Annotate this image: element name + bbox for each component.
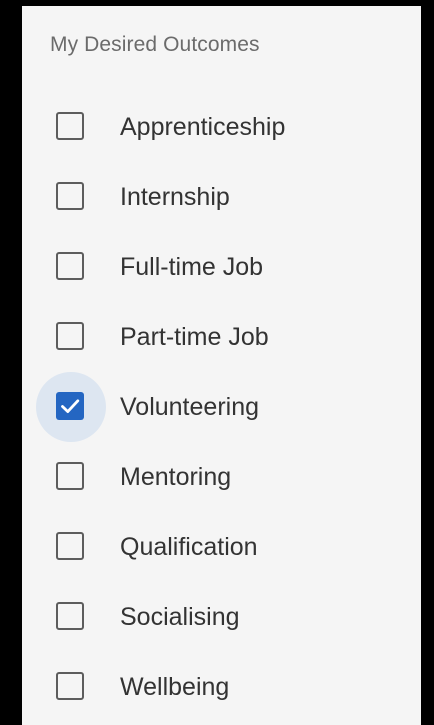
checkbox[interactable] xyxy=(56,182,84,210)
section-title: My Desired Outcomes xyxy=(50,33,260,56)
outcome-option-part-time-job[interactable]: Part-time Job xyxy=(22,302,421,372)
checkbox[interactable] xyxy=(56,532,84,560)
outcome-option-full-time-job[interactable]: Full-time Job xyxy=(22,232,421,302)
outcome-option-socialising[interactable]: Socialising xyxy=(22,582,421,652)
option-label: Part-time Job xyxy=(120,323,269,351)
option-label: Socialising xyxy=(120,603,240,631)
desired-outcomes-panel: My Desired Outcomes Apprenticeship Inter… xyxy=(22,6,421,725)
option-label: Mentoring xyxy=(120,463,232,491)
outcome-option-mentoring[interactable]: Mentoring xyxy=(22,442,421,512)
checkbox[interactable] xyxy=(56,602,84,630)
checkbox-halo xyxy=(36,582,106,652)
checkbox[interactable] xyxy=(56,112,84,140)
outcome-option-wellbeing[interactable]: Wellbeing xyxy=(22,652,421,722)
outcome-option-apprenticeship[interactable]: Apprenticeship xyxy=(22,92,421,162)
check-icon xyxy=(61,399,80,413)
checkbox[interactable] xyxy=(56,392,84,420)
checkbox-halo xyxy=(36,232,106,302)
outcome-option-internship[interactable]: Internship xyxy=(22,162,421,232)
outcome-checkbox-list: Apprenticeship Internship Full-time Job … xyxy=(22,92,421,722)
outcome-option-qualification[interactable]: Qualification xyxy=(22,512,421,582)
option-label: Internship xyxy=(120,183,230,211)
checkbox[interactable] xyxy=(56,462,84,490)
option-label: Qualification xyxy=(120,533,258,561)
checkbox-halo xyxy=(36,162,106,232)
checkbox-halo xyxy=(36,92,106,162)
checkbox-halo xyxy=(36,442,106,512)
option-label: Apprenticeship xyxy=(120,113,286,141)
checkbox[interactable] xyxy=(56,252,84,280)
checkbox[interactable] xyxy=(56,672,84,700)
option-label: Full-time Job xyxy=(120,253,264,281)
checkbox-halo xyxy=(36,652,106,722)
checkbox[interactable] xyxy=(56,322,84,350)
option-label: Volunteering xyxy=(120,393,260,421)
option-label: Wellbeing xyxy=(120,673,230,701)
outcome-option-volunteering[interactable]: Volunteering xyxy=(22,372,421,442)
checkbox-halo xyxy=(36,372,106,442)
checkbox-halo xyxy=(36,512,106,582)
checkbox-halo xyxy=(36,302,106,372)
